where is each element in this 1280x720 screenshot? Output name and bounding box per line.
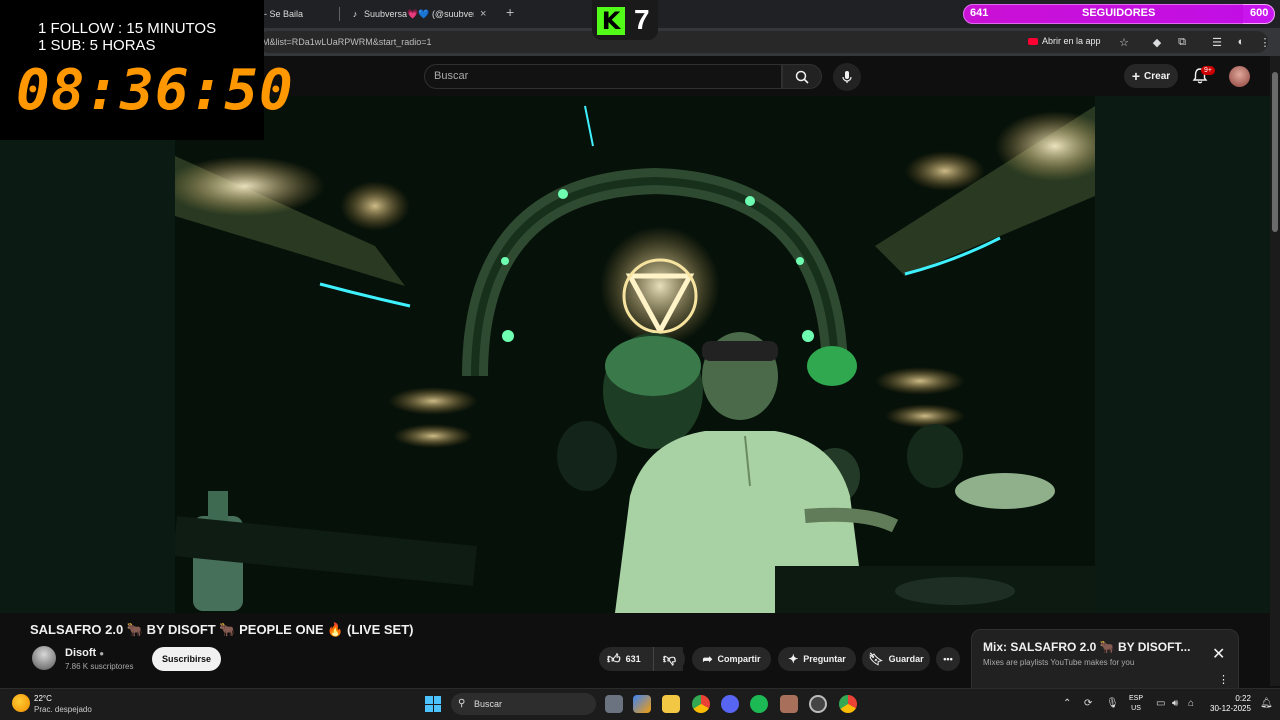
system-clock[interactable]: 0:22 30-12-2025 — [1210, 694, 1251, 714]
chrome-icon[interactable] — [692, 695, 710, 713]
media-queue-icon[interactable]: ☰ — [1209, 34, 1225, 50]
windows-start-icon[interactable] — [425, 696, 441, 712]
url-text[interactable]: M&list=RDa1wLUaRPWRM&start_radio=1 — [262, 37, 432, 47]
follow-rule-text: 1 FOLLOW : 15 MINUTOS — [38, 20, 217, 37]
player-side-right — [1095, 96, 1270, 613]
share-arrow-icon: ➦ — [702, 652, 713, 666]
task-view-icon[interactable] — [605, 695, 623, 713]
spotify-icon[interactable] — [750, 695, 768, 713]
sparkle-icon: ✦ — [788, 652, 799, 666]
clock-date: 30-12-2025 — [1210, 704, 1251, 713]
file-explorer-icon[interactable] — [662, 695, 680, 713]
microphone-icon — [842, 71, 852, 83]
tiktok-icon: ♪ — [352, 9, 358, 19]
video-frame-dj-club — [175, 96, 1095, 613]
tray-expand-icon[interactable]: ⌃ — [1063, 698, 1071, 709]
more-horizontal-icon: ••• — [943, 654, 953, 664]
weather-icon[interactable] — [12, 694, 30, 712]
notification-center-icon[interactable]: 🔔︎ — [1260, 698, 1273, 709]
followers-goal-label: SEGUIDORES — [1082, 7, 1156, 19]
youtube-icon — [1028, 37, 1038, 45]
scrollbar-thumb[interactable] — [1272, 72, 1278, 232]
save-label: Guardar — [888, 654, 924, 664]
mix-more-icon[interactable]: ⋮ — [1218, 673, 1229, 686]
kick-viewer-count: 7 — [634, 4, 650, 35]
save-button[interactable]: 🔖︎ Guardar — [862, 647, 930, 671]
open-in-app-label: Abrir en la app — [1042, 36, 1101, 46]
dislike-button[interactable]: 👎︎ — [653, 647, 685, 671]
extensions-icon[interactable]: ⧉ — [1174, 34, 1190, 50]
bookmark-icon: 🔖︎ — [868, 652, 884, 666]
followers-goal-current: 641 — [970, 7, 989, 19]
ask-label: Preguntar — [803, 654, 846, 664]
taskbar-search-label: Buscar — [474, 699, 503, 709]
search-placeholder: Buscar — [434, 70, 469, 82]
clock-time: 0:22 — [1235, 694, 1251, 703]
menu-kebab-icon[interactable]: ⋮ — [1257, 34, 1273, 50]
language-indicator[interactable]: ESP US — [1129, 694, 1143, 714]
language-code: ESP — [1129, 695, 1144, 702]
close-tab-icon[interactable]: × — [480, 8, 486, 20]
weather-temperature[interactable]: 22°C — [34, 694, 52, 703]
tab-label: Suubversa💗💙 (@suubversa_ — [364, 8, 474, 19]
video-player[interactable] — [175, 96, 1095, 613]
channel-name-text: Disoft — [65, 647, 97, 659]
weather-description[interactable]: Prac. despejado — [34, 705, 92, 714]
tab-suubversa[interactable]: ♪ Suubversa💗💙 (@suubversa_ × — [350, 5, 495, 23]
thumbs-up-icon: 👍︎ — [607, 651, 621, 666]
profile-icon[interactable]: ◐ — [1233, 34, 1249, 50]
star-icon[interactable]: ☆ — [1116, 34, 1132, 50]
share-button[interactable]: ➦ Compartir — [692, 647, 771, 671]
plus-icon: + — [1131, 68, 1141, 84]
followers-goal-target: 600 — [1250, 7, 1269, 19]
thumbs-down-icon: 👎︎ — [662, 651, 677, 666]
display-icon[interactable]: ▭ — [1156, 698, 1165, 709]
like-count: 631 — [625, 654, 641, 664]
new-tab-button[interactable]: + — [506, 4, 514, 20]
account-avatar[interactable] — [1229, 66, 1250, 87]
chrome-profile-icon[interactable] — [839, 695, 857, 713]
search-input[interactable] — [424, 64, 782, 89]
copilot-icon[interactable] — [633, 695, 651, 713]
network-icon[interactable]: ⌂ — [1188, 698, 1194, 709]
subscribe-button[interactable]: Suscribirse — [152, 647, 221, 671]
countdown-timer: 08:36:50 — [16, 58, 294, 123]
app-avatar-icon[interactable] — [780, 695, 798, 713]
extension-diamond-icon[interactable]: ◆ — [1149, 34, 1165, 50]
sync-icon[interactable]: ⟳ — [1084, 698, 1092, 709]
open-in-app-button[interactable]: Abrir en la app — [1028, 36, 1101, 46]
discord-icon[interactable] — [721, 695, 739, 713]
verified-icon: ● — [99, 649, 105, 658]
ask-button[interactable]: ✦ Preguntar — [778, 647, 856, 671]
search-button[interactable] — [782, 64, 822, 89]
create-label: Crear — [1144, 70, 1171, 82]
sub-rule-text: 1 SUB: 5 HORAS — [38, 37, 156, 54]
channel-name[interactable]: Disoft ● — [65, 647, 104, 659]
video-title: SALSAFRO 2.0 🐂 BY DISOFT 🐂 PEOPLE ONE 🔥 … — [30, 622, 414, 637]
keyboard-layout: US — [1131, 705, 1141, 712]
search-icon — [795, 70, 809, 84]
microphone-tray-icon[interactable]: 🎙︎ — [1106, 698, 1119, 709]
mix-subtitle: Mixes are playlists YouTube makes for yo… — [983, 658, 1135, 667]
obs-icon[interactable] — [809, 695, 827, 713]
tab-divider — [339, 7, 340, 21]
channel-avatar[interactable] — [32, 646, 56, 670]
player-side-left — [0, 140, 175, 613]
kick-logo-icon: K — [597, 7, 625, 35]
taskbar-search-box[interactable] — [451, 693, 596, 715]
share-label: Compartir — [717, 654, 761, 664]
subscriber-count: 7.86 K suscriptores — [65, 662, 134, 671]
volume-icon[interactable]: 🔊︎ — [1172, 698, 1178, 709]
voice-search-button[interactable] — [833, 63, 861, 91]
close-icon[interactable]: ✕ — [1212, 644, 1225, 664]
more-actions-button[interactable]: ••• — [936, 647, 960, 671]
notifications-badge: 9+ — [1201, 66, 1215, 75]
create-button[interactable]: + Crear — [1124, 64, 1178, 88]
taskbar-search-icon: ⚲ — [458, 698, 466, 709]
mix-title[interactable]: Mix: SALSAFRO 2.0 🐂 BY DISOFT... — [983, 640, 1190, 654]
